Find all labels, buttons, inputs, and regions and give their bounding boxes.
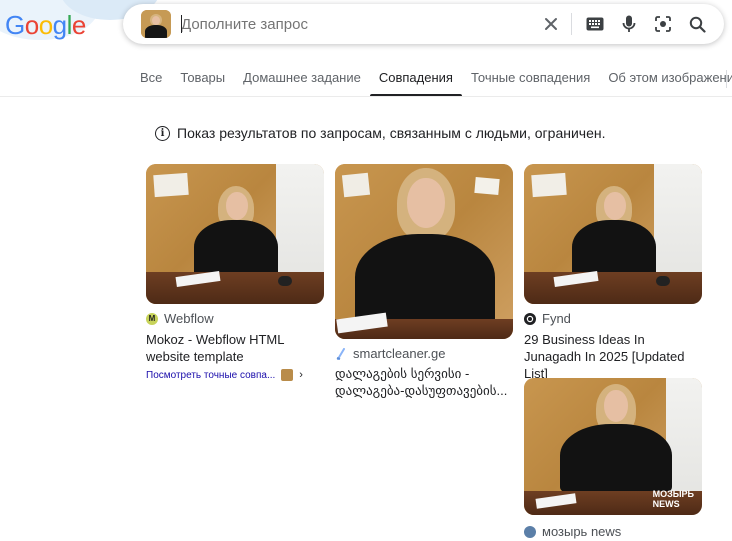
search-tabs: Все Товары Домашнее задание Совпадения Т… — [140, 64, 732, 97]
watermark-logo: МОЗЫРЬ NEWS — [652, 489, 694, 509]
tabs-divider — [726, 70, 727, 88]
tab-exact-matches[interactable]: Точные совпадения — [462, 64, 599, 97]
result-title[interactable]: 29 Business Ideas In Junagadh In 2025 [U… — [524, 331, 704, 382]
google-logo[interactable]: Google — [5, 8, 86, 42]
tab-products[interactable]: Товары — [171, 64, 234, 97]
logo-letter: e — [71, 9, 86, 40]
keyboard-icon[interactable] — [585, 14, 605, 34]
result-photo — [524, 164, 702, 304]
logo-letter: o — [38, 9, 53, 40]
lens-icon[interactable] — [653, 14, 673, 34]
result-title[interactable]: Mokoz - Webflow HTML website template — [146, 331, 326, 365]
mozyr-news-favicon-icon — [524, 525, 536, 538]
query-image-thumbnail[interactable] — [141, 10, 171, 38]
result-source[interactable]: smartcleaner.ge — [335, 346, 446, 361]
source-name: мозырь news — [542, 524, 622, 539]
logo-letter: G — [5, 9, 25, 40]
search-input[interactable] — [181, 13, 521, 35]
result-source[interactable]: Fynd — [524, 311, 571, 326]
notice-text: Показ результатов по запросам, связанным… — [177, 125, 606, 141]
source-name: smartcleaner.ge — [353, 346, 446, 361]
tab-visual-matches[interactable]: Совпадения — [369, 64, 463, 97]
chevron-right-icon: › — [299, 369, 303, 381]
result-title[interactable]: დალაგების სერვისი - დალაგება-დასუფთავები… — [335, 365, 515, 399]
result-image[interactable]: МОЗЫРЬ NEWS — [524, 378, 702, 515]
exact-matches-link[interactable]: Посмотреть точные совпа... › — [146, 369, 303, 381]
tab-homework[interactable]: Домашнее задание — [234, 64, 370, 97]
search-box[interactable] — [123, 4, 724, 44]
result-image[interactable] — [335, 164, 513, 339]
result-photo — [335, 164, 513, 339]
result-image[interactable] — [146, 164, 324, 304]
source-name: Webflow — [164, 311, 214, 326]
tab-about-image[interactable]: Об этом изображении — [599, 64, 732, 97]
text-caret — [181, 15, 182, 33]
result-photo — [146, 164, 324, 304]
search-divider — [571, 13, 572, 35]
search-icon[interactable] — [687, 14, 707, 34]
logo-letter: o — [24, 9, 39, 40]
mic-icon[interactable] — [619, 14, 639, 34]
webflow-favicon-icon: M — [146, 312, 158, 325]
tabs-underline — [0, 96, 732, 97]
smartcleaner-favicon-icon — [335, 347, 347, 360]
result-image[interactable] — [524, 164, 702, 304]
result-source[interactable]: мозырь news — [524, 524, 621, 539]
close-icon[interactable] — [541, 14, 561, 34]
results-notice: i Показ результатов по запросам, связанн… — [155, 125, 605, 141]
exact-matches-label: Посмотреть точные совпа... — [146, 369, 276, 381]
fynd-favicon-icon — [524, 312, 536, 325]
tab-all[interactable]: Все — [140, 64, 171, 97]
info-icon: i — [155, 125, 170, 141]
mini-thumbnail — [281, 369, 294, 381]
source-name: Fynd — [542, 311, 571, 326]
result-photo: МОЗЫРЬ NEWS — [524, 378, 702, 515]
logo-letter: g — [52, 9, 67, 40]
result-source[interactable]: M Webflow — [146, 311, 214, 326]
